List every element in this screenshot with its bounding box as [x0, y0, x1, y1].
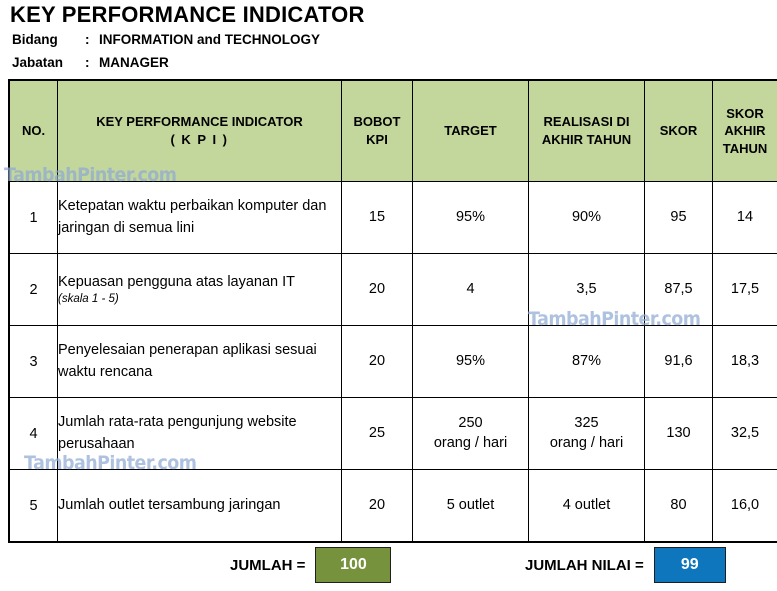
cell-target: 95% — [412, 181, 529, 254]
total-jumlah-group: JUMLAH = 100 — [230, 543, 392, 587]
header-no: NO. — [8, 79, 58, 182]
header-skor-akhir-line1: SKOR — [726, 105, 764, 121]
cell-target-line2: orang / hari — [433, 434, 508, 451]
header-realisasi-line1: REALISASI DI — [543, 114, 630, 130]
cell-kpi-text: Jumlah rata-rata pengunjung website peru… — [58, 414, 297, 452]
total-nilai-value: 99 — [653, 547, 726, 583]
meta-row-jabatan: Jabatan: MANAGER — [12, 55, 169, 70]
cell-target-line1: 4 — [466, 280, 475, 297]
cell-target-line1: 5 outlet — [446, 496, 495, 513]
header-realisasi-line2: AKHIR TAHUN — [541, 132, 632, 147]
cell-bobot: 20 — [341, 253, 413, 326]
table-row: 2 Kepuasan pengguna atas layanan IT (ska… — [8, 253, 777, 326]
cell-realisasi-line1: 87% — [571, 352, 602, 369]
table-row: 3 Penyelesaian penerapan aplikasi sesuai… — [8, 325, 777, 398]
header-skor-akhir-line2: AKHIR — [724, 123, 766, 139]
meta-colon-bidang: : — [85, 32, 90, 47]
header-kpi: KEY PERFORMANCE INDICATOR ( K P I ) — [57, 79, 342, 182]
cell-target: 95% — [412, 325, 529, 398]
cell-kpi-text: Kepuasan pengguna atas layanan IT — [58, 274, 296, 291]
cell-bobot: 20 — [341, 325, 413, 398]
total-nilai-group: JUMLAH NILAI = 99 — [525, 543, 726, 587]
total-jumlah-value: 100 — [315, 547, 392, 583]
table-row: 4 Jumlah rata-rata pengunjung website pe… — [8, 397, 777, 470]
kpi-table-body: 1 Ketepatan waktu perbaikan komputer dan… — [8, 181, 777, 543]
cell-no: 5 — [8, 469, 58, 543]
cell-skor: 80 — [644, 469, 713, 543]
cell-skor-akhir: 14 — [712, 181, 777, 254]
cell-kpi-text: Ketepatan waktu perbaikan komputer dan j… — [58, 198, 327, 236]
header-target: TARGET — [412, 79, 529, 182]
cell-kpi: Ketepatan waktu perbaikan komputer dan j… — [57, 181, 342, 254]
header-realisasi-akhir-tahun: REALISASI DI AKHIR TAHUN — [528, 79, 645, 182]
meta-colon-jabatan: : — [85, 55, 90, 70]
cell-realisasi: 4 outlet — [528, 469, 645, 543]
cell-kpi: Kepuasan pengguna atas layanan IT (skala… — [57, 253, 342, 326]
cell-skor: 130 — [644, 397, 713, 470]
meta-label-bidang: Bidang — [12, 32, 58, 47]
cell-no: 3 — [8, 325, 58, 398]
kpi-table-header: NO. KEY PERFORMANCE INDICATOR ( K P I ) … — [8, 79, 777, 182]
cell-bobot: 25 — [341, 397, 413, 470]
cell-realisasi-line1: 325 — [574, 414, 599, 431]
cell-kpi-subtext: (skala 1 - 5) — [58, 293, 119, 306]
header-skor-akhir-line3: TAHUN — [722, 140, 768, 156]
cell-skor: 87,5 — [644, 253, 713, 326]
header-skor-akhir-tahun: SKOR AKHIR TAHUN — [712, 79, 777, 182]
cell-target-line1: 95% — [455, 208, 486, 225]
cell-kpi-text: Penyelesaian penerapan aplikasi sesuai w… — [58, 342, 317, 380]
meta-label-jabatan: Jabatan — [12, 55, 64, 70]
cell-skor-akhir: 17,5 — [712, 253, 777, 326]
cell-no: 4 — [8, 397, 58, 470]
header-kpi-line1: KEY PERFORMANCE INDICATOR — [96, 114, 303, 130]
cell-realisasi-line1: 4 outlet — [562, 496, 611, 513]
cell-kpi: Jumlah rata-rata pengunjung website peru… — [57, 397, 342, 470]
cell-skor-akhir: 16,0 — [712, 469, 777, 543]
header-row: NO. KEY PERFORMANCE INDICATOR ( K P I ) … — [8, 79, 777, 182]
total-jumlah-label: JUMLAH = — [230, 556, 306, 574]
cell-realisasi: 325 orang / hari — [528, 397, 645, 470]
cell-kpi-text: Jumlah outlet tersambung jaringan — [58, 496, 281, 513]
cell-skor-akhir: 18,3 — [712, 325, 777, 398]
meta-row-bidang: Bidang: INFORMATION and TECHNOLOGY — [12, 32, 320, 47]
cell-realisasi-line1: 3,5 — [576, 280, 597, 297]
cell-target-line1: 95% — [455, 352, 486, 369]
cell-bobot: 20 — [341, 469, 413, 543]
cell-skor-akhir: 32,5 — [712, 397, 777, 470]
table-row: 5 Jumlah outlet tersambung jaringan 20 5… — [8, 469, 777, 543]
cell-realisasi-line1: 90% — [571, 208, 602, 225]
cell-realisasi-line2: orang / hari — [549, 434, 624, 451]
meta-value-bidang: INFORMATION and TECHNOLOGY — [99, 32, 320, 47]
header-bobot-kpi: BOBOT KPI — [341, 79, 413, 182]
cell-kpi: Jumlah outlet tersambung jaringan — [57, 469, 342, 543]
totals-row: JUMLAH = 100 JUMLAH NILAI = 99 — [8, 543, 769, 587]
kpi-table: NO. KEY PERFORMANCE INDICATOR ( K P I ) … — [8, 79, 777, 543]
cell-target-line1: 250 — [458, 414, 483, 431]
cell-skor: 91,6 — [644, 325, 713, 398]
header-bobot-line1: BOBOT — [353, 114, 401, 130]
header-bobot-line2: KPI — [366, 132, 388, 147]
header-skor: SKOR — [644, 79, 713, 182]
cell-realisasi: 3,5 — [528, 253, 645, 326]
total-nilai-label: JUMLAH NILAI = — [525, 556, 644, 574]
cell-bobot: 15 — [341, 181, 413, 254]
page-title: KEY PERFORMANCE INDICATOR — [10, 2, 365, 27]
cell-target: 250 orang / hari — [412, 397, 529, 470]
cell-target: 4 — [412, 253, 529, 326]
cell-realisasi: 87% — [528, 325, 645, 398]
cell-skor: 95 — [644, 181, 713, 254]
cell-no: 1 — [8, 181, 58, 254]
header-kpi-line2: ( K P I ) — [170, 132, 229, 147]
table-row: 1 Ketepatan waktu perbaikan komputer dan… — [8, 181, 777, 254]
cell-realisasi: 90% — [528, 181, 645, 254]
cell-target: 5 outlet — [412, 469, 529, 543]
meta-value-jabatan: MANAGER — [99, 55, 169, 70]
cell-no: 2 — [8, 253, 58, 326]
cell-kpi: Penyelesaian penerapan aplikasi sesuai w… — [57, 325, 342, 398]
